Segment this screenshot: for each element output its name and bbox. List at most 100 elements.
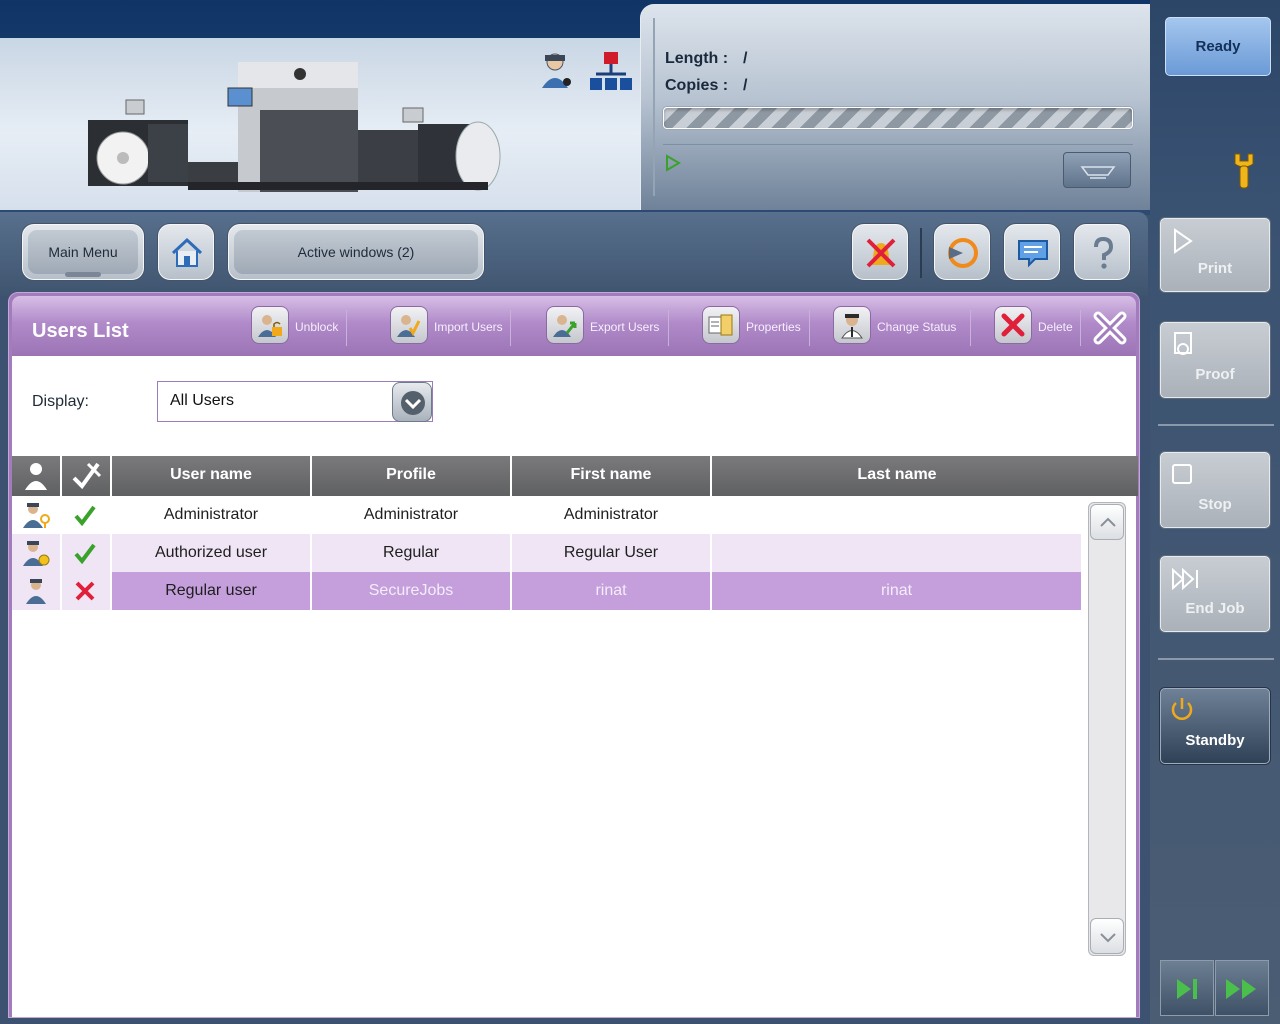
main-menu-label: Main Menu — [28, 230, 138, 274]
job-progress-bar — [663, 107, 1133, 129]
home-button[interactable] — [158, 224, 214, 280]
job-status-panel: Length : / Copies : / — [640, 4, 1150, 210]
proof-button[interactable]: Proof — [1160, 322, 1270, 398]
users-table-header: User name Profile First name Last name — [12, 456, 1138, 496]
rail-separator — [1158, 658, 1274, 660]
stop-square-icon — [1172, 464, 1192, 484]
profile-cell: SecureJobs — [312, 572, 512, 610]
active-cell — [62, 572, 112, 610]
print-button[interactable]: Print — [1160, 218, 1270, 292]
wrench-icon[interactable] — [1232, 152, 1256, 190]
users-list-panel: Users List Unblock Import Users Export U… — [8, 292, 1140, 1018]
standby-button[interactable]: Standby — [1160, 688, 1270, 764]
export-users-icon — [553, 315, 577, 337]
col-status[interactable] — [62, 456, 112, 496]
active-cell — [62, 496, 112, 534]
change-status-icon — [841, 314, 863, 339]
col-user-name[interactable]: User name — [112, 456, 312, 496]
display-filter-select[interactable]: All Users — [157, 381, 433, 422]
alarm-button[interactable] — [852, 224, 908, 280]
power-icon — [1171, 698, 1193, 720]
delete-label: Delete — [1038, 320, 1073, 334]
profile-cell: Regular — [312, 534, 512, 572]
display-filter-value: All Users — [170, 392, 235, 409]
action-separator — [510, 310, 511, 346]
copies-value: / — [743, 77, 748, 94]
authorized-user-icon — [23, 541, 50, 566]
last-name-cell: rinat — [880, 582, 913, 599]
fast-forward-button[interactable] — [1215, 960, 1269, 1016]
last-name-cell — [712, 534, 1081, 572]
cross-icon — [75, 581, 95, 601]
help-question-icon — [1094, 236, 1114, 269]
play-icon[interactable] — [665, 154, 681, 172]
user-name-cell: Authorized user — [112, 534, 312, 572]
scroll-down-button[interactable] — [1090, 918, 1124, 954]
step-forward-button[interactable] — [1160, 960, 1214, 1016]
user-name-cell: Regular user — [112, 572, 312, 610]
rail-separator — [1158, 424, 1274, 426]
action-separator — [1080, 310, 1081, 346]
stop-label: Stop — [1198, 496, 1232, 513]
user-column-icon — [25, 463, 47, 490]
chevron-down-glyph — [401, 391, 425, 415]
table-row[interactable]: Administrator Administrator Administrato… — [12, 496, 1081, 534]
panel-title: Users List — [32, 320, 129, 342]
active-windows-label: Active windows (2) — [234, 230, 478, 274]
stop-button[interactable]: Stop — [1160, 452, 1270, 528]
copies-label: Copies : — [665, 77, 729, 94]
fast-forward-icon — [1226, 979, 1256, 999]
col-profile[interactable]: Profile — [312, 456, 512, 496]
chevron-down-icon[interactable] — [392, 382, 432, 422]
toolbar-separator — [920, 228, 922, 278]
status-divider — [653, 18, 655, 196]
profile-cell: Administrator — [312, 496, 512, 534]
role-cell — [12, 534, 62, 572]
press-overview[interactable] — [0, 38, 660, 210]
status-column-icon — [72, 462, 102, 490]
action-separator — [346, 310, 347, 346]
col-last-name[interactable]: Last name — [712, 456, 1082, 496]
end-job-icon — [1172, 567, 1198, 591]
main-menu-button[interactable]: Main Menu — [22, 224, 144, 280]
job-flow-button[interactable] — [934, 224, 990, 280]
delete-x-icon — [1001, 313, 1025, 337]
role-cell — [12, 572, 62, 610]
action-separator — [668, 310, 669, 346]
standby-label: Standby — [1185, 732, 1245, 749]
tray-icon — [1080, 166, 1116, 179]
table-row[interactable]: Authorized user Regular Regular User — [12, 534, 1081, 572]
close-panel-icon[interactable] — [1090, 308, 1130, 348]
action-separator — [809, 310, 810, 346]
action-separator — [970, 310, 971, 346]
scroll-up-button[interactable] — [1090, 504, 1124, 540]
last-name-cell — [712, 496, 1081, 534]
col-first-name[interactable]: First name — [512, 456, 712, 496]
table-row-selected[interactable]: Regular user SecureJobs rinat rinat — [12, 572, 1081, 610]
check-icon — [74, 505, 96, 526]
status-separator — [663, 144, 1133, 145]
end-job-button[interactable]: End Job — [1160, 556, 1270, 632]
length-value: / — [743, 50, 748, 67]
proof-certificate-icon — [1174, 332, 1192, 355]
printer-illustration — [88, 62, 501, 192]
first-name-cell: rinat — [512, 572, 712, 610]
properties-label: Properties — [746, 320, 801, 334]
network-icon[interactable] — [590, 52, 632, 92]
first-name-cell: Regular User — [512, 534, 712, 572]
active-windows-button[interactable]: Active windows (2) — [228, 224, 484, 280]
admin-user-icon — [23, 503, 50, 528]
messages-button[interactable] — [1004, 224, 1060, 280]
unblock-label: Unblock — [295, 320, 339, 334]
role-cell — [12, 496, 62, 534]
check-icon — [74, 543, 96, 564]
col-role[interactable] — [12, 456, 62, 496]
help-button[interactable] — [1074, 224, 1130, 280]
length-label: Length : — [665, 50, 729, 67]
table-scrollbar[interactable] — [1088, 502, 1126, 956]
operator-icon[interactable] — [540, 52, 574, 90]
tray-button[interactable] — [1063, 152, 1131, 188]
ready-status-button[interactable]: Ready — [1165, 17, 1271, 76]
chevron-down-icon — [1100, 933, 1116, 943]
print-label: Print — [1197, 260, 1233, 277]
